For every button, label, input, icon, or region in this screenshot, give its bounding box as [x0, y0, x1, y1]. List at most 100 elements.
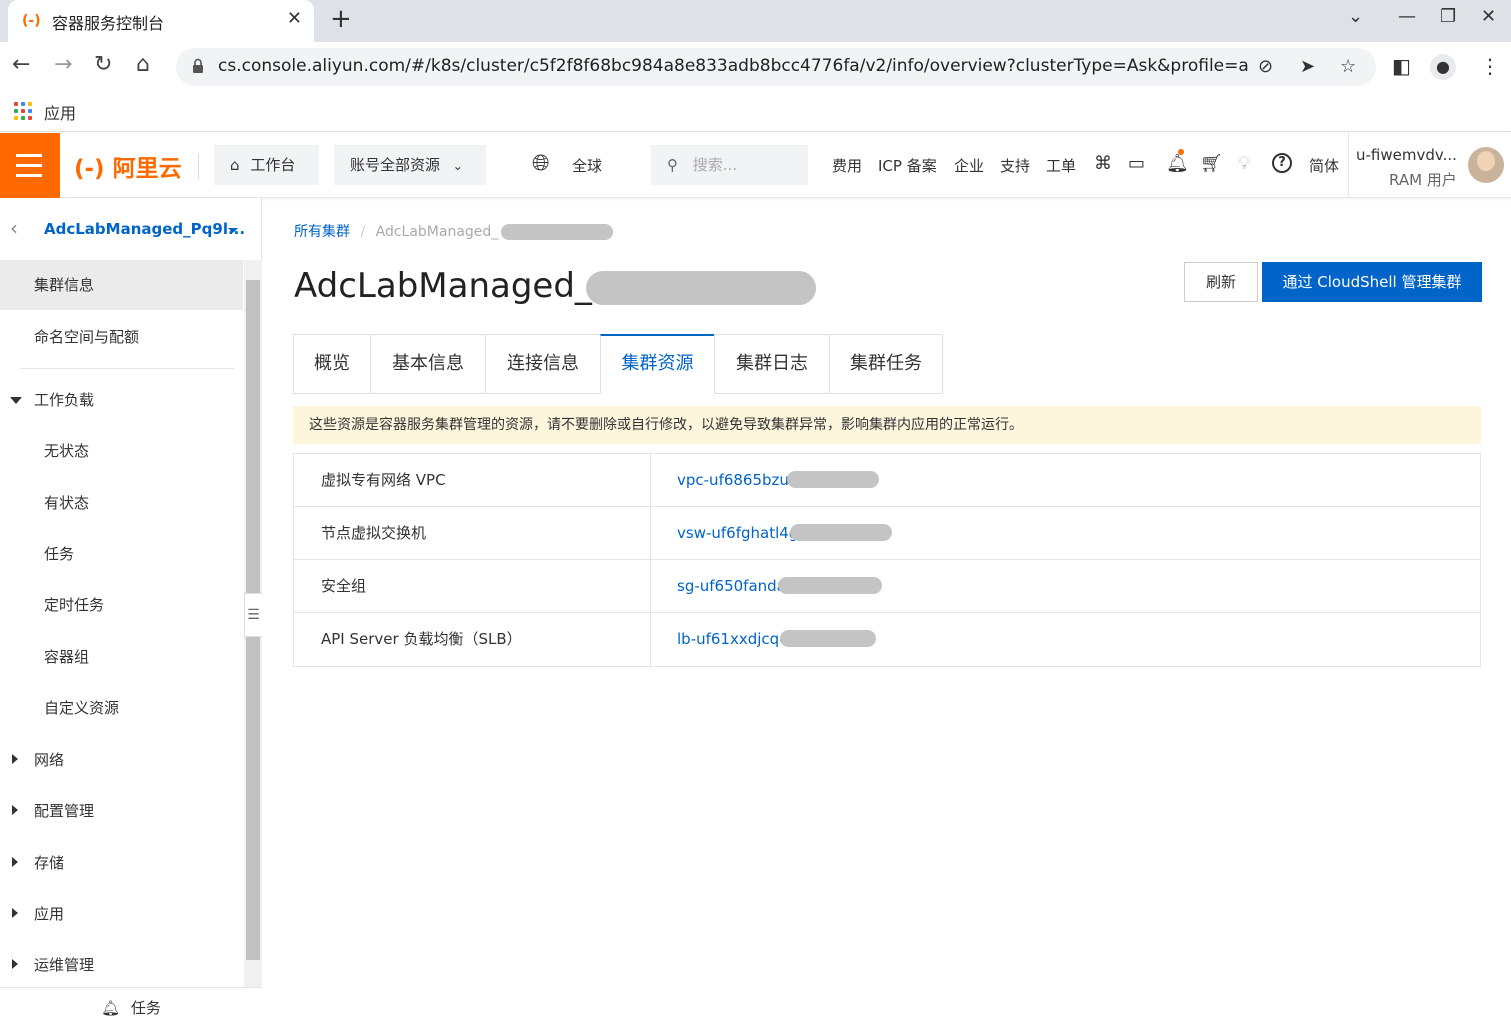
avatar[interactable] — [1468, 147, 1504, 183]
sidebar-group-workloads[interactable]: 工作负载 — [0, 375, 243, 425]
sidebar-group-config[interactable]: 配置管理 — [0, 786, 243, 836]
resource-value[interactable]: sg-uf650fanda — [677, 577, 786, 595]
apps-grid-icon[interactable] — [14, 102, 32, 120]
aliyun-logo-mark: (-) — [74, 156, 105, 182]
notification-dot — [1178, 149, 1184, 155]
restore-icon[interactable]: ❐ — [1440, 6, 1456, 27]
tab-cluster-tasks[interactable]: 集群任务 — [829, 334, 943, 394]
resource-selector[interactable]: 账号全部资源 ⌄ — [334, 145, 486, 185]
browser-menu-icon[interactable]: ⋮ — [1480, 54, 1500, 78]
breadcrumb-all-clusters[interactable]: 所有集群 — [294, 224, 350, 240]
browser-tab[interactable]: (-) 容器服务控制台 ✕ — [8, 0, 314, 42]
console-top-nav: (-) 阿里云 ⌂ 工作台 账号全部资源 ⌄ 🌐︎ 全球 ⚲ 搜索... 费用 … — [0, 133, 1511, 198]
cluster-switcher[interactable]: ‹ AdcLabManaged_Pq9l... — [0, 198, 262, 260]
sidebar-item-custom-resources[interactable]: 自定义资源 — [0, 683, 243, 733]
sidebar-item-label: 有状态 — [44, 494, 90, 512]
resources-table: 虚拟专有网络 VPC vpc-uf6865bzu( 节点虚拟交换机 vsw-uf… — [293, 453, 1481, 667]
bell-icon[interactable]: 🔔︎ — [1166, 153, 1189, 174]
chevron-down-icon: ⌄ — [452, 159, 463, 173]
sidebar-group-operations[interactable]: 运维管理 — [0, 940, 243, 990]
column-separator — [650, 507, 651, 559]
aliyun-logo[interactable]: (-) 阿里云 — [74, 149, 182, 183]
breadcrumb-current: AdcLabManaged_ — [375, 224, 499, 240]
sidebar-item-label: 存储 — [34, 854, 65, 872]
resource-link-vpc[interactable]: vpc-uf6865bzu( — [677, 454, 879, 506]
redaction-blur — [585, 270, 816, 305]
apps-bookmark[interactable]: 应用 — [44, 100, 76, 124]
nav-link-icp[interactable]: ICP 备案 — [878, 155, 937, 176]
resource-value[interactable]: vsw-uf6fghatl4g — [677, 524, 798, 542]
sidebar-item-namespaces[interactable]: 命名空间与配额 — [0, 312, 243, 362]
resource-value[interactable]: lb-uf61xxdjcqe — [677, 630, 788, 648]
sidebar-item-label: 工作负载 — [34, 391, 95, 409]
menu-hamburger-icon[interactable] — [0, 133, 60, 198]
resource-link-vswitch[interactable]: vsw-uf6fghatl4g — [677, 507, 893, 559]
refresh-button[interactable]: 刷新 — [1184, 262, 1258, 302]
region-selector[interactable]: 全球 — [572, 155, 602, 176]
sidebar-group-applications[interactable]: 应用 — [0, 889, 243, 939]
tab-search-chevron-icon[interactable]: ⌄ — [1348, 6, 1363, 27]
resource-value[interactable]: vpc-uf6865bzu( — [677, 471, 795, 489]
sidebar-group-storage[interactable]: 存储 — [0, 838, 243, 888]
send-icon[interactable]: ➤ — [1300, 56, 1315, 77]
tab-cluster-logs[interactable]: 集群日志 — [714, 334, 830, 394]
sidebar-item-label: 应用 — [34, 905, 65, 923]
sidebar-item-jobs[interactable]: 任务 — [0, 529, 243, 579]
profile-icon[interactable]: ● — [1430, 54, 1456, 80]
back-chevron-icon[interactable]: ‹ — [10, 216, 18, 240]
tab-overview[interactable]: 概览 — [293, 334, 371, 394]
breadcrumb-separator: / — [360, 224, 366, 240]
caret-down-icon[interactable] — [228, 228, 238, 233]
close-tab-icon[interactable]: ✕ — [287, 8, 302, 29]
workbench-button[interactable]: ⌂ 工作台 — [214, 145, 319, 185]
resource-label: 安全组 — [321, 577, 367, 595]
home-icon[interactable]: ⌂ — [136, 52, 150, 77]
user-name[interactable]: u-fiwemvdv... — [1356, 146, 1457, 164]
bell-icon: 🔔︎ — [101, 999, 121, 1017]
forward-arrow-icon[interactable]: → — [54, 52, 72, 77]
reload-icon[interactable]: ↻ — [94, 52, 112, 77]
url-text[interactable]: cs.console.aliyun.com/#/k8s/cluster/c5f2… — [218, 56, 1248, 76]
tab-basic-info[interactable]: 基本信息 — [370, 334, 486, 394]
url-omnibox[interactable]: cs.console.aliyun.com/#/k8s/cluster/c5f2… — [176, 48, 1376, 86]
table-row: 节点虚拟交换机 vsw-uf6fghatl4g — [294, 507, 1480, 560]
eye-off-icon[interactable]: ⊘ — [1258, 56, 1273, 77]
cluster-sidebar: ‹ AdcLabManaged_Pq9l... 集群信息 命名空间与配额 工作负… — [0, 198, 262, 1029]
side-panel-icon[interactable]: ◧ — [1392, 54, 1411, 78]
globe-icon[interactable]: 🌐︎ — [532, 151, 550, 176]
nav-link-fees[interactable]: 费用 — [832, 155, 862, 176]
lock-icon — [193, 58, 203, 73]
lightbulb-icon[interactable]: 💡︎ — [1238, 153, 1251, 174]
nav-link-support[interactable]: 支持 — [1000, 155, 1030, 176]
bot-icon[interactable]: ⌘ — [1094, 153, 1112, 174]
resource-link-security-group[interactable]: sg-uf650fanda — [677, 560, 882, 612]
sidebar-item-pods[interactable]: 容器组 — [0, 632, 243, 682]
cloudshell-button[interactable]: 通过 CloudShell 管理集群 — [1262, 262, 1482, 302]
sidebar-item-statefulsets[interactable]: 有状态 — [0, 478, 243, 528]
tasks-footer-button[interactable]: 🔔︎ 任务 — [0, 987, 262, 1029]
resource-link-slb[interactable]: lb-uf61xxdjcqe — [677, 613, 877, 665]
sidebar-item-deployments[interactable]: 无状态 — [0, 426, 243, 476]
back-arrow-icon[interactable]: ← — [12, 52, 30, 77]
sidebar-group-network[interactable]: 网络 — [0, 735, 243, 785]
sidebar-item-cronjobs[interactable]: 定时任务 — [0, 580, 243, 630]
cluster-name[interactable]: AdcLabManaged_Pq9l... — [44, 220, 245, 238]
sidebar-item-cluster-info[interactable]: 集群信息 — [0, 260, 243, 310]
nav-link-ticket[interactable]: 工单 — [1046, 155, 1076, 176]
workbench-label: 工作台 — [250, 156, 296, 174]
redaction-blur — [790, 523, 893, 541]
help-icon[interactable]: ? — [1272, 153, 1292, 173]
search-input[interactable]: ⚲ 搜索... — [651, 145, 808, 185]
star-bookmark-icon[interactable]: ☆ — [1340, 56, 1356, 77]
terminal-icon[interactable]: ▭ — [1128, 153, 1145, 174]
tab-connection-info[interactable]: 连接信息 — [485, 334, 601, 394]
tab-cluster-resources[interactable]: 集群资源 — [600, 334, 715, 394]
cart-icon[interactable]: 🛒︎ — [1200, 153, 1223, 174]
sidebar-item-label: 定时任务 — [44, 596, 105, 614]
new-tab-icon[interactable]: + — [330, 4, 352, 34]
language-switch[interactable]: 简体 — [1309, 155, 1339, 176]
nav-link-enterprise[interactable]: 企业 — [954, 155, 984, 176]
sidebar-collapse-icon[interactable]: ☰ — [244, 593, 262, 637]
minimize-icon[interactable]: — — [1398, 6, 1416, 27]
close-window-icon[interactable]: ✕ — [1481, 6, 1496, 27]
